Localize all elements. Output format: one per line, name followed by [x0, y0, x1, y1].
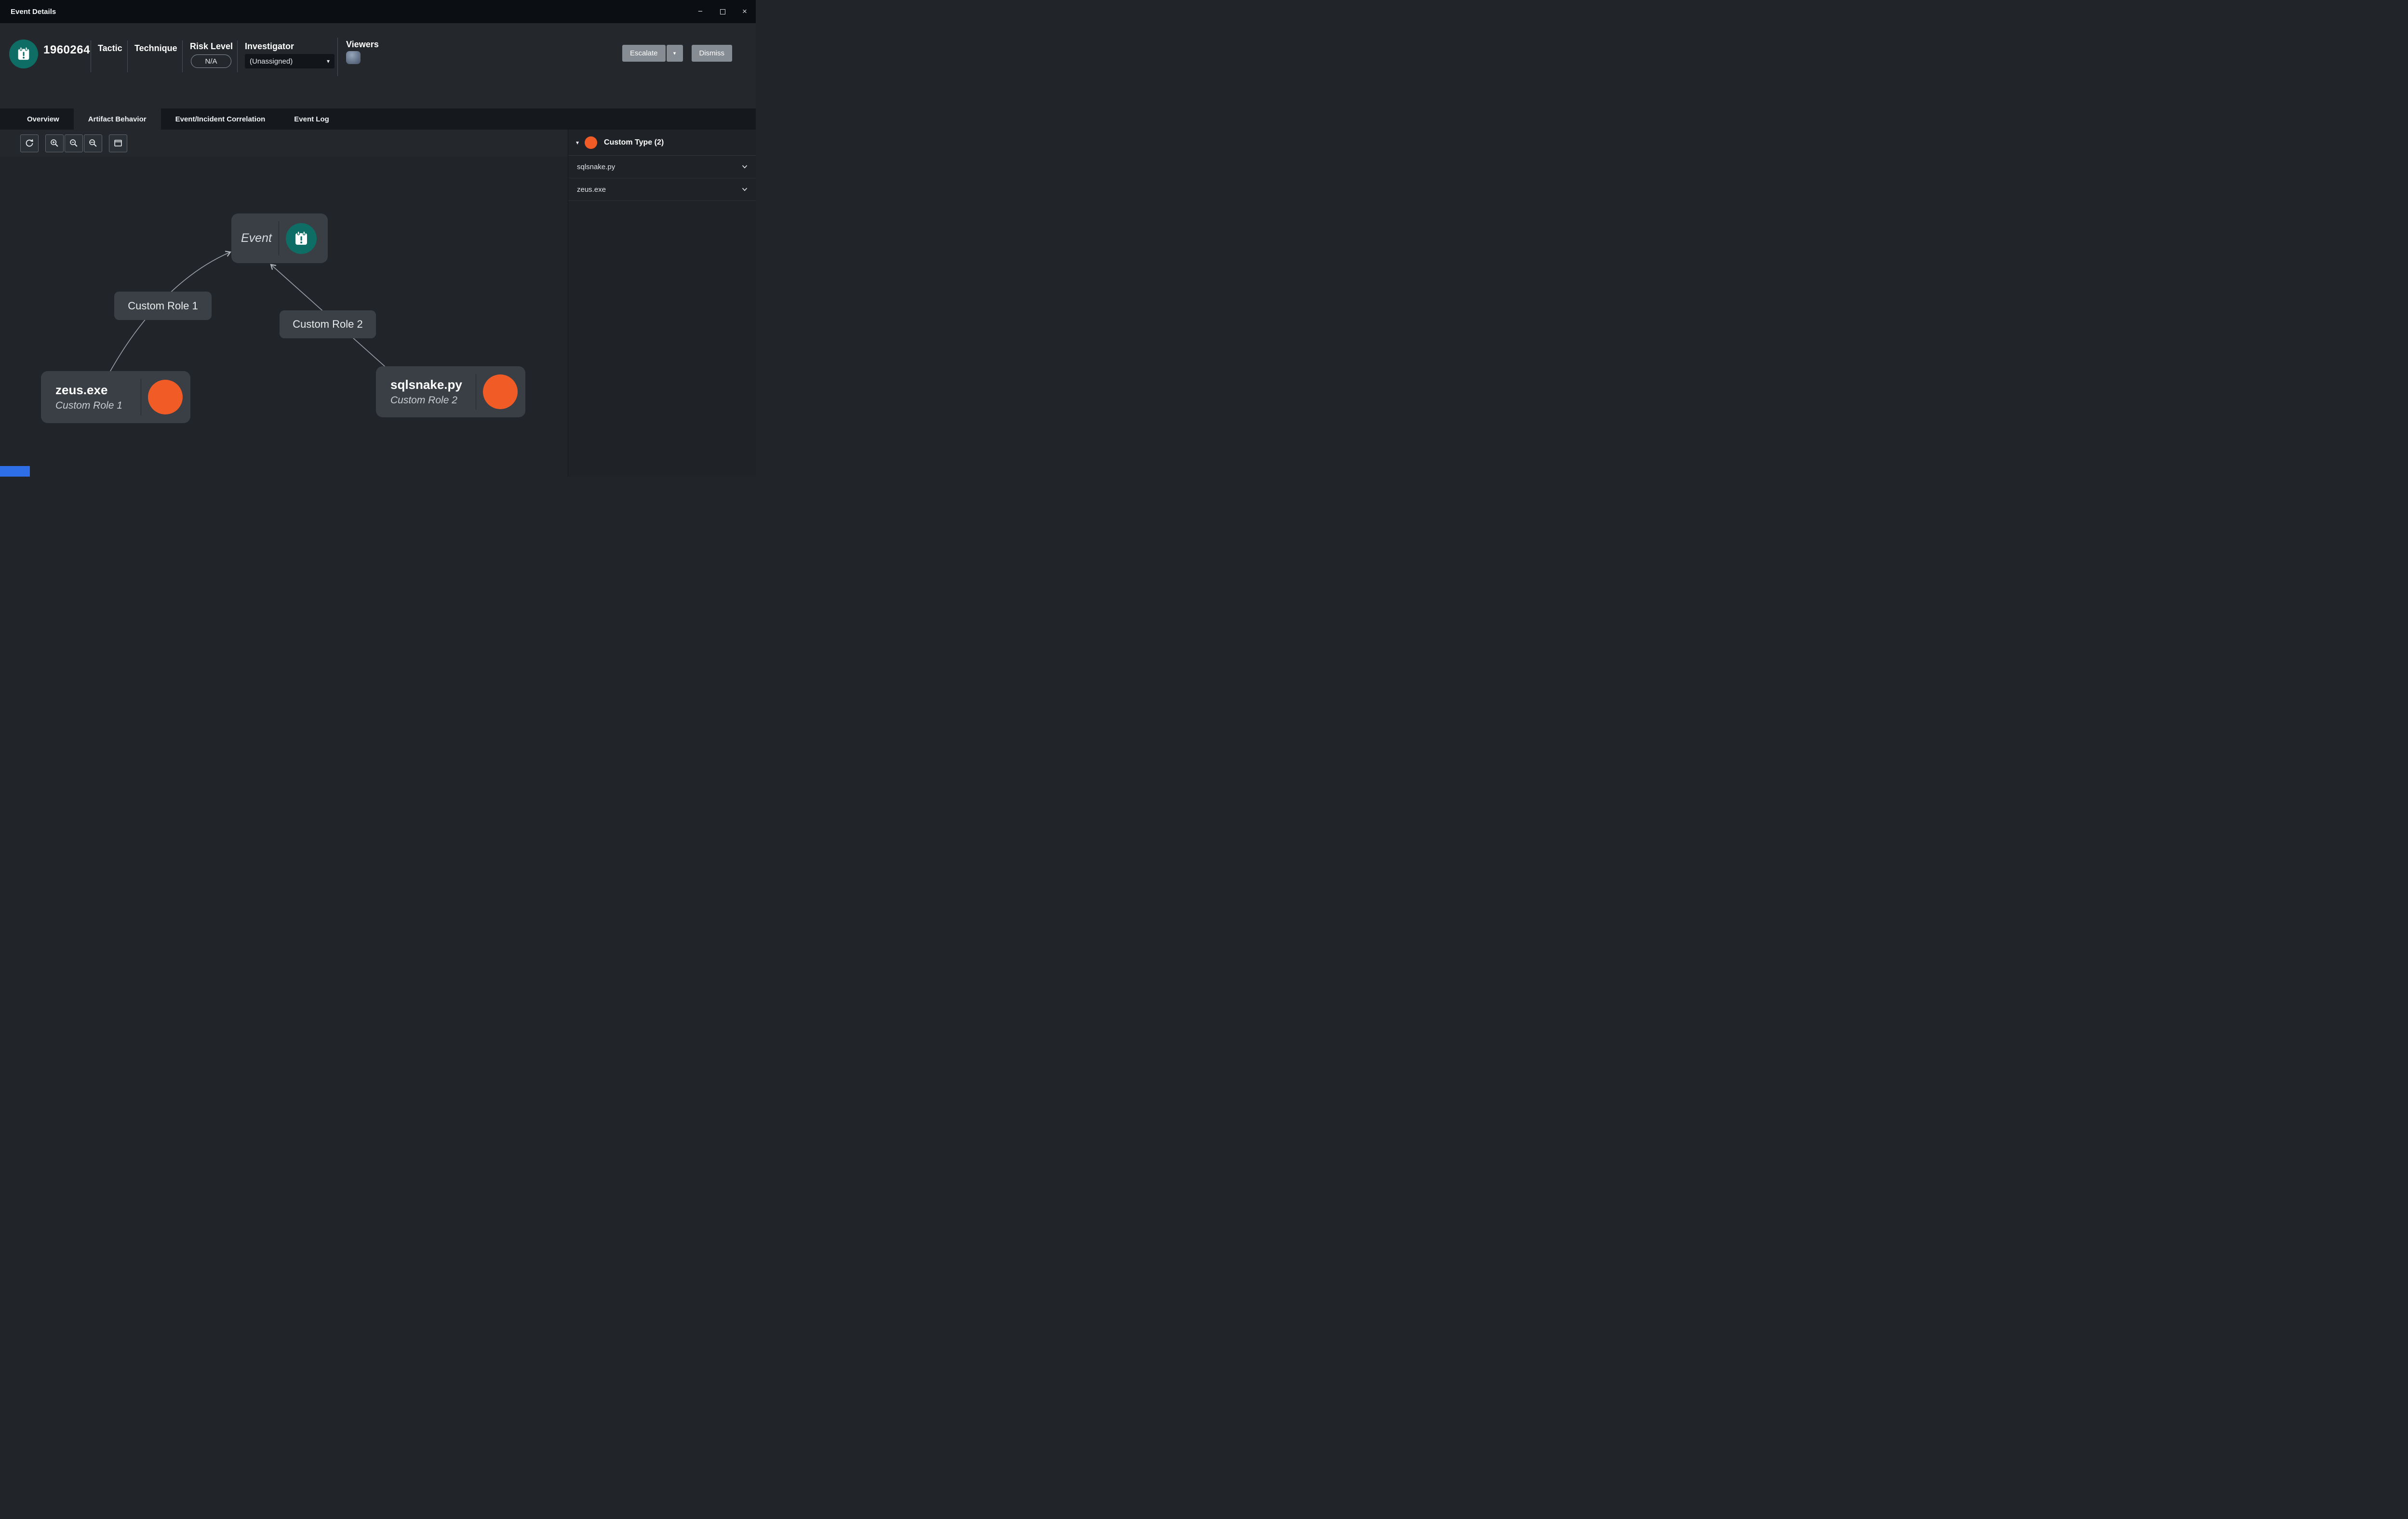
- maximize-button[interactable]: [711, 0, 734, 23]
- zoom-in-button[interactable]: [45, 134, 64, 152]
- fit-to-screen-button[interactable]: [84, 134, 102, 152]
- risk-level-label: Risk Level: [190, 41, 233, 52]
- frame-icon: [113, 138, 123, 148]
- escalate-dropdown-button[interactable]: ▾: [667, 45, 683, 62]
- divider: [337, 38, 338, 76]
- artifact-sidebar: ▾ Custom Type (2) sqlsnake.py zeus.exe: [568, 130, 756, 477]
- zoom-out-button[interactable]: [65, 134, 83, 152]
- dismiss-button[interactable]: Dismiss: [692, 45, 733, 62]
- sidebar-group-title: Custom Type (2): [604, 138, 664, 147]
- minimize-button[interactable]: −: [689, 0, 711, 23]
- event-node-label: Event: [241, 231, 272, 245]
- viewer-avatar: [346, 51, 361, 64]
- event-id: 1960264: [43, 43, 90, 57]
- caret-down-icon: ▾: [327, 58, 330, 65]
- risk-level-badge: N/A: [191, 54, 231, 68]
- edge-label-custom-role-1[interactable]: Custom Role 1: [114, 292, 212, 320]
- node-name: sqlsnake.py: [390, 377, 469, 392]
- node-role: Custom Role 2: [390, 395, 469, 406]
- sidebar-group-header[interactable]: ▾ Custom Type (2): [568, 130, 756, 156]
- node-name: zeus.exe: [55, 383, 134, 398]
- custom-type-icon: [148, 380, 183, 414]
- tabbar: Overview Artifact Behavior Event/Inciden…: [0, 108, 756, 130]
- fit-to-screen-icon: [88, 138, 98, 148]
- sidebar-item-label: sqlsnake.py: [577, 163, 615, 171]
- caret-down-icon: ▾: [673, 51, 676, 56]
- minimize-icon: −: [698, 7, 703, 16]
- tab-artifact-behavior[interactable]: Artifact Behavior: [74, 108, 161, 130]
- divider: [237, 40, 238, 72]
- refresh-icon: [24, 138, 35, 148]
- maximize-icon: [720, 9, 725, 14]
- sidebar-item-label: zeus.exe: [577, 186, 606, 194]
- refresh-button[interactable]: [20, 134, 39, 152]
- event-header: 1960264 Tactic Technique Risk Level N/A …: [0, 23, 756, 108]
- sidebar-item-sqlsnake[interactable]: sqlsnake.py: [568, 156, 756, 178]
- investigator-label: Investigator: [245, 41, 294, 52]
- graph-panel: Event Custom Role 1 Custom Role 2: [0, 130, 568, 477]
- node-zeus-exe[interactable]: zeus.exe Custom Role 1: [41, 371, 190, 423]
- window-title: Event Details: [11, 8, 56, 16]
- escalate-button[interactable]: Escalate: [622, 45, 666, 62]
- event-node[interactable]: Event: [231, 213, 328, 263]
- close-button[interactable]: ×: [734, 0, 756, 23]
- divider: [127, 40, 128, 72]
- divider: [182, 40, 183, 72]
- collapse-triangle-icon[interactable]: ▾: [576, 139, 579, 146]
- window-controls: − ×: [689, 0, 756, 23]
- sidebar-item-zeus[interactable]: zeus.exe: [568, 178, 756, 201]
- main-content: Event Custom Role 1 Custom Role 2: [0, 130, 756, 477]
- node-sqlsnake-py[interactable]: sqlsnake.py Custom Role 2: [376, 366, 525, 417]
- event-type-icon: [9, 40, 38, 68]
- investigator-value: (Unassigned): [250, 57, 293, 66]
- investigator-dropdown[interactable]: (Unassigned) ▾: [245, 54, 334, 68]
- node-text: sqlsnake.py Custom Role 2: [390, 377, 469, 406]
- tab-overview[interactable]: Overview: [13, 108, 74, 130]
- zoom-in-icon: [49, 138, 60, 148]
- horizontal-scrollbar-thumb[interactable]: [0, 466, 30, 477]
- tab-event-log[interactable]: Event Log: [280, 108, 344, 130]
- node-role: Custom Role 1: [55, 400, 134, 412]
- custom-type-icon: [483, 374, 518, 409]
- zoom-out-icon: [68, 138, 79, 148]
- chevron-down-icon[interactable]: [740, 185, 749, 194]
- titlebar: Event Details − ×: [0, 0, 756, 23]
- frame-view-button[interactable]: [109, 134, 127, 152]
- node-text: zeus.exe Custom Role 1: [55, 383, 134, 412]
- graph-canvas[interactable]: Event Custom Role 1 Custom Role 2: [0, 157, 568, 477]
- tab-event-incident-correlation[interactable]: Event/Incident Correlation: [161, 108, 280, 130]
- custom-type-icon: [585, 136, 597, 149]
- event-calendar-icon: [286, 223, 317, 254]
- technique-label: Technique: [134, 43, 177, 53]
- graph-toolbar: [0, 130, 568, 157]
- viewers-label: Viewers: [346, 40, 379, 50]
- header-actions: Escalate ▾ Dismiss: [622, 45, 732, 62]
- chevron-down-icon[interactable]: [740, 162, 749, 171]
- close-icon: ×: [742, 7, 747, 16]
- tactic-label: Tactic: [98, 43, 122, 53]
- edge-label-custom-role-2[interactable]: Custom Role 2: [280, 310, 376, 338]
